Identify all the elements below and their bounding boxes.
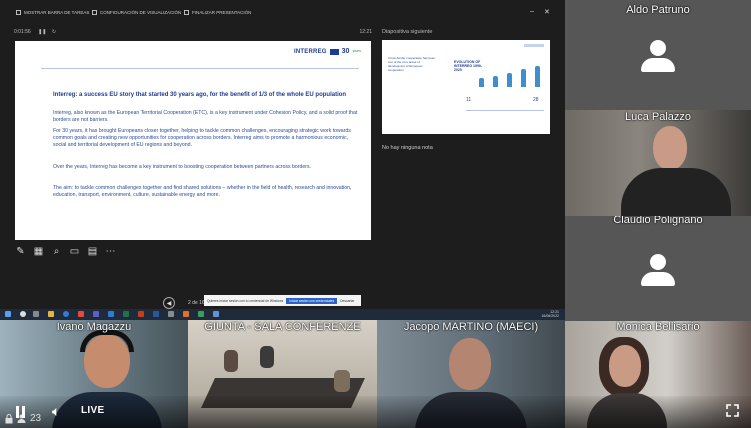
slide-paragraph: For 30 years, it has brought Europeans c… — [53, 128, 351, 148]
notification-text: Quieres iniciar sesión con tu credencial… — [207, 298, 284, 303]
start-icon[interactable] — [5, 311, 11, 317]
close-icon[interactable]: ✕ — [544, 8, 550, 16]
slide-tools: ✎ ▦ ⌕ ▭ ▤ ⋯ — [15, 244, 116, 258]
speaker-notes: No hay ninguna nota — [382, 145, 433, 151]
app-icon[interactable] — [183, 311, 189, 317]
windows-taskbar: 12:21 16/06/2022 — [0, 309, 565, 320]
teams-icon[interactable] — [93, 311, 99, 317]
person-head — [653, 126, 687, 170]
app-icon[interactable] — [213, 311, 219, 317]
live-badge: LIVE — [81, 405, 105, 416]
zoom-icon[interactable]: ⌕ — [51, 246, 62, 257]
previous-slide-button[interactable]: ◀ — [163, 297, 175, 309]
slide-paragraph: The aim: to tackle common challenges tog… — [53, 185, 352, 198]
figure-icon — [535, 66, 540, 87]
taskbar-icon — [16, 10, 21, 15]
next-slide-label: Diapositiva siguiente — [382, 29, 433, 35]
slide-title: Interreg: a success EU story that starte… — [53, 92, 347, 98]
timer-row: 0:01:56 ❚❚ ↻ 12:21 — [14, 29, 372, 39]
app-icon[interactable] — [198, 311, 204, 317]
next-slide-divider — [466, 110, 544, 111]
avatar-icon — [641, 254, 675, 290]
pause-timer-icon[interactable]: ❚❚ — [38, 29, 46, 35]
reset-timer-icon[interactable]: ↻ — [52, 29, 56, 35]
shared-screen: MOSTRAR BARRA DE TAREAS CONFIGURACIÓN DE… — [0, 0, 565, 320]
next-slide-title: EVOLUTION OF INTERREG 1990-2020 — [454, 60, 483, 72]
outlook-icon[interactable] — [108, 311, 114, 317]
speaker-icon: 🔈︎ — [52, 403, 61, 419]
slide-navigation: ◀ 2 de 16 — [163, 297, 205, 309]
volume-button[interactable]: 🔈︎ — [52, 403, 70, 419]
edge-icon[interactable] — [63, 311, 69, 317]
person-body — [621, 168, 731, 216]
chrome-icon[interactable] — [78, 311, 84, 317]
participant-name: Monica Bellisario — [616, 321, 700, 333]
word-icon[interactable] — [153, 311, 159, 317]
interreg-logo: INTERREG 30 years — [294, 48, 361, 55]
slide-divider — [41, 68, 359, 69]
figure-icon — [493, 76, 498, 87]
figure-value: 11 — [466, 97, 472, 103]
participant-name: Ivano Magazzu — [56, 321, 132, 333]
participant-name: Luca Palazzo — [624, 111, 692, 123]
participant-name: GIUNTA - SALA CONFERENZE — [204, 321, 361, 333]
elapsed-timer: 0:01:56 — [14, 29, 31, 35]
player-control-bar — [0, 396, 751, 428]
end-show-button[interactable]: FINALIZAR PRESENTACIÓN — [184, 10, 251, 15]
fullscreen-button[interactable] — [726, 404, 739, 417]
participant-name: Claudio Polignano — [613, 216, 703, 226]
display-settings-button[interactable]: CONFIGURACIÓN DE VISUALIZACIÓN — [92, 10, 181, 15]
more-options-icon[interactable]: ⋯ — [105, 246, 116, 257]
next-slide-text: Cross-border cooperation has been one of… — [388, 56, 436, 72]
figure-value: 28 — [533, 97, 539, 103]
avatar-icon — [641, 40, 675, 76]
taskbar-clock[interactable]: 12:21 16/06/2022 — [541, 310, 559, 318]
task-view-icon[interactable] — [33, 311, 39, 317]
lock-icon — [5, 413, 13, 423]
viewers-icon — [17, 414, 26, 423]
slide-paragraph: Interreg, also known as the European Ter… — [53, 110, 358, 123]
eu-flag-icon — [329, 48, 339, 55]
figure-icon — [521, 69, 526, 87]
powerpoint-icon[interactable] — [138, 311, 144, 317]
presenter-clock: 12:21 — [359, 29, 372, 35]
participant-tile-claudio[interactable]: Claudio Polignano — [565, 216, 751, 321]
figure-icon — [479, 78, 484, 87]
file-explorer-icon[interactable] — [48, 311, 54, 317]
minimize-icon[interactable]: – — [530, 8, 534, 15]
interreg-logo-small — [524, 44, 544, 47]
display-settings-icon — [92, 10, 97, 15]
end-show-icon — [184, 10, 189, 15]
sign-in-button[interactable]: Iniciar sesión con credenciales — [286, 297, 338, 304]
figure-icon — [507, 73, 512, 87]
participant-name: Jacopo MARTINO (MAECI) — [403, 321, 539, 333]
slide-counter: 2 de 16 — [188, 300, 205, 306]
excel-icon[interactable] — [123, 311, 129, 317]
person-head — [609, 345, 641, 387]
person — [224, 350, 238, 372]
fullscreen-icon — [726, 404, 739, 417]
search-icon[interactable] — [20, 311, 26, 317]
slide-paragraph: Over the years, Interreg has become a ke… — [53, 164, 312, 170]
all-slides-icon[interactable]: ▦ — [33, 246, 44, 257]
person — [260, 346, 274, 368]
viewer-count: 23 — [5, 413, 41, 424]
windows-notification: Quieres iniciar sesión con tu credencial… — [204, 295, 361, 306]
show-taskbar-button[interactable]: MOSTRAR BARRA DE TAREAS — [16, 10, 89, 15]
pen-icon[interactable]: ✎ — [15, 246, 26, 257]
person-head — [449, 338, 491, 390]
participant-name: Aldo Patruno — [626, 4, 690, 16]
app-icon[interactable] — [168, 311, 174, 317]
current-slide: INTERREG 30 years Interreg: a success EU… — [15, 41, 371, 240]
next-slide-preview[interactable]: Cross-border cooperation has been one of… — [382, 40, 550, 134]
dismiss-button[interactable]: Descartar — [340, 299, 354, 303]
camera-icon[interactable]: ▭ — [69, 246, 80, 257]
participant-tile-luca[interactable]: Luca Palazzo — [565, 110, 751, 216]
participant-tile-aldo[interactable]: Aldo Patruno — [565, 0, 751, 110]
subtitles-icon[interactable]: ▤ — [87, 246, 98, 257]
presenter-toolbar: MOSTRAR BARRA DE TAREAS CONFIGURACIÓN DE… — [0, 5, 565, 23]
person — [334, 370, 350, 392]
